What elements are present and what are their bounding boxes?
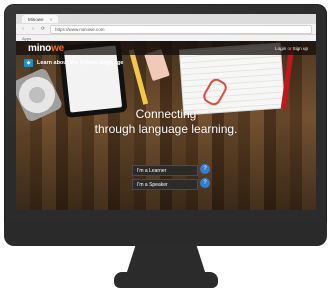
browser-navbar: ‹ › ⟳ https://www.minowe.com bbox=[16, 24, 316, 35]
close-icon[interactable]: × bbox=[50, 17, 53, 22]
monitor-stand-neck bbox=[126, 245, 206, 275]
speaker-button[interactable]: I'm a Speaker bbox=[132, 179, 198, 190]
question-icon[interactable]: ? bbox=[200, 164, 210, 174]
address-bar-url: https://www.minowe.com bbox=[55, 26, 105, 32]
reload-icon[interactable]: ⟳ bbox=[40, 26, 46, 32]
brand-logo[interactable]: minowe bbox=[28, 43, 64, 54]
monitor-chin bbox=[4, 222, 327, 246]
learner-button-label: I'm a Learner bbox=[137, 167, 167, 174]
speaker-button-label: I'm a Speaker bbox=[137, 181, 168, 188]
website-viewport: minowe Login or Sign up ◆ Learn about th… bbox=[16, 41, 316, 210]
tab-title: Minowe bbox=[28, 16, 44, 22]
question-icon[interactable]: ? bbox=[200, 178, 210, 188]
auth-separator: or bbox=[287, 45, 292, 51]
learn-about-text: Learn about the Ojibwe language bbox=[37, 60, 124, 66]
hero-heading: Connecting through language learning. bbox=[16, 107, 316, 136]
browser-tabbar: Minowe × bbox=[16, 14, 316, 24]
browser-tab[interactable]: Minowe × bbox=[22, 15, 59, 23]
learn-about-link[interactable]: ◆ Learn about the Ojibwe language bbox=[24, 59, 123, 67]
red-pen-image bbox=[280, 46, 295, 110]
hero-line-1: Connecting bbox=[135, 107, 197, 121]
address-bar[interactable]: https://www.minowe.com bbox=[50, 24, 312, 34]
apps-bookmark[interactable]: Apps bbox=[22, 36, 31, 41]
hero-line-2: through language learning. bbox=[94, 122, 238, 136]
back-icon[interactable]: ‹ bbox=[20, 26, 26, 32]
browser-window: Minowe × ‹ › ⟳ https://www.minowe.com Ap… bbox=[16, 14, 316, 210]
brand-logo-prefix: mino bbox=[28, 42, 52, 54]
signup-link[interactable]: Sign up bbox=[293, 46, 308, 51]
site-header: minowe Login or Sign up bbox=[16, 41, 316, 55]
globe-icon: ◆ bbox=[24, 59, 33, 67]
monitor-stand-base bbox=[114, 272, 218, 288]
login-link[interactable]: Login bbox=[275, 46, 286, 51]
forward-icon[interactable]: › bbox=[30, 26, 36, 32]
brand-logo-accent: we bbox=[51, 42, 65, 54]
learner-button[interactable]: I'm a Learner bbox=[132, 165, 198, 176]
auth-links: Login or Sign up bbox=[275, 46, 308, 51]
